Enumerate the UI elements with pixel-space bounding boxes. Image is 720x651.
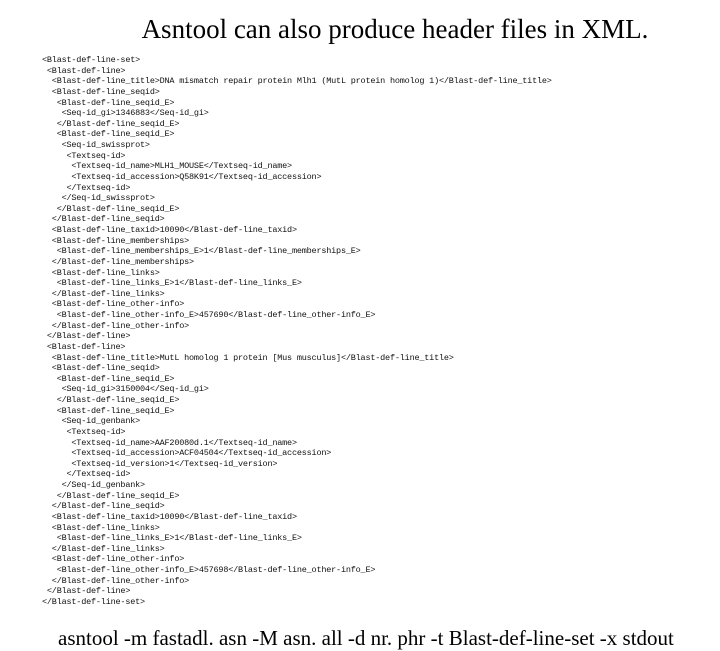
command-line: asntool -m fastadl. asn -M asn. all -d n… xyxy=(58,626,700,651)
page-title: Asntool can also produce header files in… xyxy=(90,14,700,45)
xml-code-block: <Blast-def-line-set> <Blast-def-line> <B… xyxy=(42,55,700,608)
